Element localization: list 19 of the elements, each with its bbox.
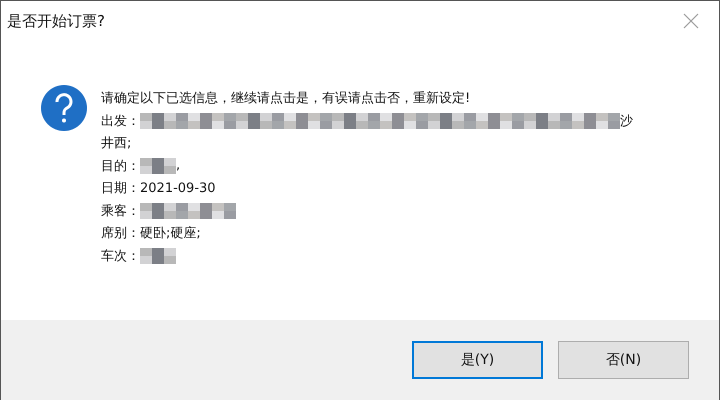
message-text: 请确定以下已选信息，继续请点击是，有误请点击否，重新设定!: [101, 90, 470, 108]
detail-text: 硬卧;硬座;: [140, 225, 201, 242]
detail-text: 乘客：: [101, 202, 140, 220]
dialog-button[interactable]: 否(N): [558, 341, 689, 379]
question-icon: [41, 85, 87, 131]
detail-text: 2021-09-30: [140, 180, 216, 196]
detail-text: 车次：: [101, 248, 140, 265]
mosaic-drawing: [140, 158, 176, 174]
window-title: 是否开始订票?: [7, 12, 105, 30]
detail-text: 日期：: [101, 180, 140, 198]
close-icon[interactable]: [683, 13, 699, 29]
mosaic-drawing: [140, 248, 176, 264]
detail-text: 席别：: [101, 225, 140, 242]
detail-text: ,: [176, 158, 180, 174]
detail-text: 出发：: [101, 112, 140, 130]
detail-text: 目的：: [101, 158, 140, 175]
dialog-button[interactable]: 是(Y): [412, 341, 543, 379]
detail-text: 沙: [620, 112, 633, 130]
detail-text: 井西;: [101, 135, 132, 152]
